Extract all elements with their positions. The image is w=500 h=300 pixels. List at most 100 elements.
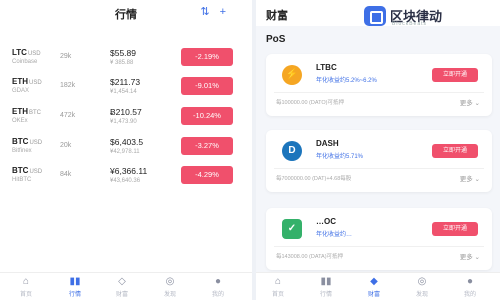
pair-quote: USD (29, 169, 43, 175)
chevron-down-icon: ⌄ (474, 254, 480, 261)
tab-label: 发现 (415, 292, 428, 298)
pair-symbol: BTC (12, 137, 29, 146)
blockbeats-logo-icon (364, 6, 386, 26)
watermark-subtext: BlockBeats (392, 21, 428, 27)
tab-discover[interactable]: ◎ 发现 (155, 276, 185, 298)
diamond-icon: ◆ (370, 276, 378, 287)
tab-profile[interactable]: ● 我的 (455, 276, 485, 298)
tab-label: 我的 (463, 292, 476, 298)
tab-discover[interactable]: ◎ 发现 (407, 276, 437, 298)
tab-label: 首页 (271, 292, 284, 298)
stake-info: 每143008.00 (DATA)可抵押 (276, 254, 344, 260)
price-cny: ¥43,640.36 (110, 178, 141, 184)
sort-icon[interactable]: ⇅ (200, 6, 219, 18)
user-icon: ● (214, 276, 222, 287)
coin-name: LTBC (316, 63, 337, 72)
pair-quote: USD (29, 140, 43, 146)
change-badge[interactable]: -4.29% (181, 166, 233, 184)
tab-label: 行情 (68, 292, 81, 298)
more-link[interactable]: 更多 ⌄ (460, 251, 480, 261)
pair-symbol: LTC (12, 48, 27, 57)
chevron-down-icon: ⌄ (474, 100, 480, 107)
lightning-icon: ⚡ (282, 65, 302, 85)
market-row[interactable]: ETHUSD GDAX 182k $211.73 ¥1,454.14 -9.01… (0, 77, 252, 103)
exchange-name: OKEx (12, 118, 28, 124)
price-cny: ¥ 385.88 (110, 60, 134, 66)
price-cny: ¥1,473.90 (110, 119, 137, 125)
more-link[interactable]: 更多 ⌄ (460, 97, 480, 107)
market-row[interactable]: LTCUSD Coinbase 29k $55.89 ¥ 385.88 -2.1… (0, 48, 252, 74)
divider (274, 92, 484, 93)
chart-icon: ▮▮ (320, 276, 332, 287)
staking-card[interactable]: ⚡ LTBC 年化收益约5.2%~6.2% 立即开通 每100000.00 (D… (266, 54, 492, 116)
tab-label: 我的 (211, 292, 224, 298)
volume: 472k (60, 112, 76, 119)
change-badge[interactable]: -2.19% (181, 48, 233, 66)
volume: 29k (60, 53, 72, 60)
tab-wealth[interactable]: ◆ 财富 (359, 276, 389, 298)
tab-market[interactable]: ▮▮ 行情 (60, 276, 90, 298)
price-cny: ¥42,978.11 (110, 149, 140, 155)
bottom-tabbar: ⌂ 首页 ▮▮ 行情 ◆ 财富 ◎ 发现 ● 我的 (256, 272, 500, 300)
add-icon[interactable]: + (220, 6, 236, 18)
tab-wealth[interactable]: ◇ 财富 (107, 276, 137, 298)
discover-icon: ◎ (417, 276, 427, 287)
coin-name: DASH (316, 139, 339, 148)
home-icon: ⌂ (22, 276, 30, 287)
wealth-header: 财富 区块律动 BlockBeats (256, 0, 500, 28)
price-cny: ¥1,454.14 (110, 89, 137, 95)
annual-yield: 年化收益约5.2%~6.2% (316, 78, 377, 84)
market-screen: 行情 ⇅+ LTCUSD Coinbase 29k $55.89 ¥ 385.8… (0, 0, 252, 300)
pair-quote: USD (29, 80, 42, 86)
pair-quote: BTC (29, 110, 41, 116)
annual-yield: 年化收益约5.71% (316, 154, 364, 160)
change-badge[interactable]: -10.24% (181, 107, 233, 125)
market-row[interactable]: BTCUSD HitBTC 84k ¥6,366.11 ¥43,640.36 -… (0, 166, 252, 192)
tab-home[interactable]: ⌂ 首页 (11, 276, 41, 298)
tab-market[interactable]: ▮▮ 行情 (311, 276, 341, 298)
tab-home[interactable]: ⌂ 首页 (263, 276, 293, 298)
volume: 182k (60, 82, 76, 89)
chevron-down-icon: ⌄ (474, 176, 480, 183)
volume: 20k (60, 142, 72, 149)
exchange-name: Bitfinex (12, 148, 32, 154)
divider (274, 168, 484, 169)
volume: 84k (60, 171, 72, 178)
open-button[interactable]: 立即开通 (432, 144, 478, 158)
pair-symbol: ETH (12, 77, 28, 86)
pair-quote: USD (27, 51, 41, 57)
change-badge[interactable]: -9.01% (181, 77, 233, 95)
chart-icon: ▮▮ (69, 276, 81, 287)
market-row[interactable]: ETHBTC OKEx 472k Ƀ210.57 ¥1,473.90 -10.2… (0, 107, 252, 133)
pair-symbol: BTC (12, 166, 29, 175)
section-title: PoS (266, 34, 286, 45)
open-button[interactable]: 立即开通 (432, 222, 478, 236)
user-icon: ● (466, 276, 474, 287)
staking-card[interactable]: D DASH 年化收益约5.71% 立即开通 每7000000.00 (DAT)… (266, 130, 492, 192)
open-button[interactable]: 立即开通 (432, 68, 478, 82)
change-badge[interactable]: -3.27% (181, 137, 233, 155)
tab-label: 财富 (367, 292, 380, 298)
more-label: 更多 (459, 176, 473, 183)
header-actions: ⇅+ (200, 5, 236, 18)
diamond-icon: ◇ (118, 276, 126, 287)
dash-icon: D (282, 141, 302, 161)
price: $6,403.5 (110, 137, 144, 147)
market-header: 行情 ⇅+ (0, 0, 252, 26)
annual-yield: 年化收益约… (316, 232, 353, 238)
pair-symbol: ETH (12, 107, 28, 116)
watermark-logo: 区块律动 BlockBeats (364, 4, 494, 28)
check-icon: ✓ (282, 219, 302, 239)
market-row[interactable]: BTCUSD Bitfinex 20k $6,403.5 ¥42,978.11 … (0, 137, 252, 163)
tab-profile[interactable]: ● 我的 (203, 276, 233, 298)
home-icon: ⌂ (274, 276, 282, 287)
price: $55.89 (110, 48, 136, 58)
stake-info: 每7000000.00 (DAT)+4.68每股 (276, 176, 352, 182)
wealth-screen: 财富 区块律动 BlockBeats PoS ⚡ LTBC 年化收益约5.2%~… (256, 0, 500, 300)
exchange-name: Coinbase (12, 59, 38, 65)
more-label: 更多 (459, 254, 473, 261)
divider (274, 246, 484, 247)
more-link[interactable]: 更多 ⌄ (460, 173, 480, 183)
coin-name: …OC (316, 217, 336, 226)
staking-card[interactable]: ✓ …OC 年化收益约… 立即开通 每143008.00 (DATA)可抵押 更… (266, 208, 492, 270)
